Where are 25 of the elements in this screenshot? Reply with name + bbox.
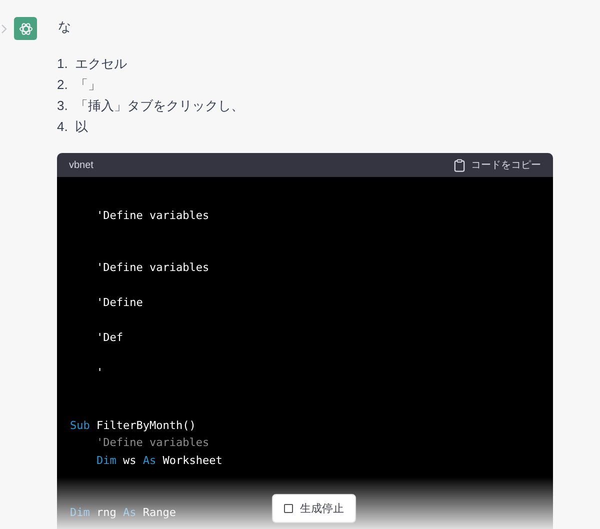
list-number: 2. bbox=[57, 76, 69, 94]
copy-code-button[interactable]: コードをコピー bbox=[454, 158, 541, 172]
list-item-text: 「挿入」タブをクリックし、 bbox=[75, 97, 244, 115]
code-line: 'Def bbox=[95, 330, 123, 346]
list-number: 4. bbox=[57, 118, 69, 136]
code-line: Dim rng As Range bbox=[70, 505, 176, 521]
code-line: Sub FilterByMonth() bbox=[70, 418, 196, 434]
stop-icon bbox=[284, 504, 293, 513]
list-number: 3. bbox=[57, 97, 69, 115]
list-item-text: 以 bbox=[75, 118, 88, 136]
list-item-text: エクセル bbox=[75, 55, 127, 73]
code-line: 'Define bbox=[95, 295, 143, 311]
list-item-text: 「」 bbox=[75, 76, 101, 94]
code-line: 'Define variables bbox=[95, 208, 210, 224]
list-number: 1. bbox=[57, 55, 69, 73]
code-line: 'Define variables bbox=[95, 260, 210, 276]
language-label: vbnet bbox=[69, 160, 94, 170]
stop-generating-button[interactable]: 生成停止 bbox=[272, 494, 356, 523]
message-text: な bbox=[58, 18, 72, 36]
code-line: 'Define variables bbox=[95, 435, 210, 451]
chevron-icon[interactable] bbox=[1, 24, 7, 34]
code-line: ' bbox=[95, 365, 104, 381]
clipboard-icon bbox=[454, 158, 465, 172]
code-line: Dim ws As Worksheet bbox=[95, 452, 222, 468]
assistant-avatar bbox=[14, 17, 37, 40]
